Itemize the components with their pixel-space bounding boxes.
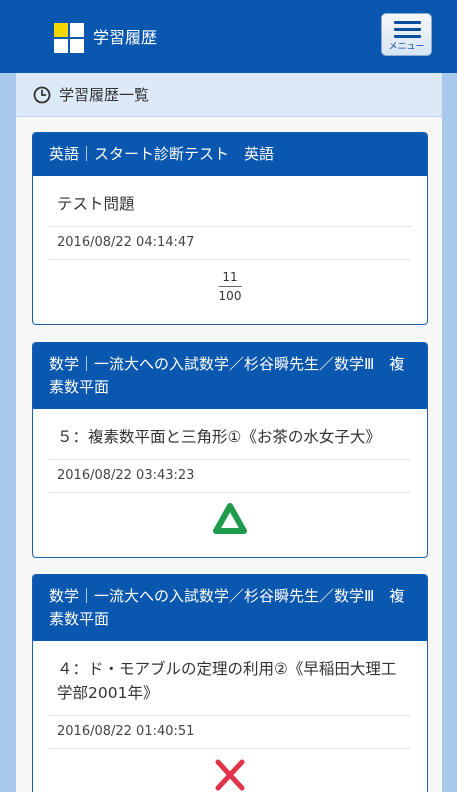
main-content[interactable]: 学習履歴一覧 英語｜スタート診断テスト 英語 テスト問題 2016/08/22 … [16, 73, 442, 792]
history-card[interactable]: 数学｜一流大への入試数学／杉谷瞬先生／数学Ⅲ 複素数平面 ４：ド・モアブルの定理… [32, 574, 428, 792]
hamburger-icon-bar [394, 35, 421, 38]
section-header: 学習履歴一覧 [16, 73, 442, 117]
history-result: 11 100 [49, 260, 411, 324]
history-lesson-title: テスト問題 [49, 176, 411, 227]
menu-button[interactable]: メニュー [381, 13, 432, 56]
logo-icon [54, 23, 84, 53]
history-lesson-title: ４：ド・モアブルの定理の利用②《早稲田大理工学部2001年》 [49, 641, 411, 716]
cross-icon [215, 759, 245, 791]
history-lesson-title: ５：複素数平面と三角形①《お茶の水女子大》 [49, 409, 411, 460]
page-title: 学習履歴 [93, 28, 158, 47]
score-denominator: 100 [218, 289, 242, 303]
history-course-title: 英語｜スタート診断テスト 英語 [33, 133, 427, 176]
history-course-title: 数学｜一流大への入試数学／杉谷瞬先生／数学Ⅲ 複素数平面 [33, 343, 427, 409]
history-course-title: 数学｜一流大への入試数学／杉谷瞬先生／数学Ⅲ 複素数平面 [33, 575, 427, 641]
history-timestamp: 2016/08/22 03:43:23 [49, 460, 411, 493]
app-header: 学習履歴 メニュー [0, 0, 457, 73]
clock-icon [33, 86, 51, 104]
history-card[interactable]: 数学｜一流大への入試数学／杉谷瞬先生／数学Ⅲ 複素数平面 ５：複素数平面と三角形… [32, 342, 428, 558]
menu-button-label: メニュー [388, 42, 425, 52]
score-numerator: 11 [218, 268, 242, 287]
history-result [49, 493, 411, 557]
hamburger-icon [394, 21, 421, 24]
score-fraction: 11 100 [218, 268, 242, 305]
history-card[interactable]: 英語｜スタート診断テスト 英語 テスト問題 2016/08/22 04:14:4… [32, 132, 428, 325]
hamburger-icon-bar [394, 28, 421, 31]
section-title: 学習履歴一覧 [59, 86, 150, 104]
history-timestamp: 2016/08/22 04:14:47 [49, 227, 411, 260]
history-timestamp: 2016/08/22 01:40:51 [49, 716, 411, 749]
history-result [49, 749, 411, 792]
triangle-icon [213, 503, 247, 534]
